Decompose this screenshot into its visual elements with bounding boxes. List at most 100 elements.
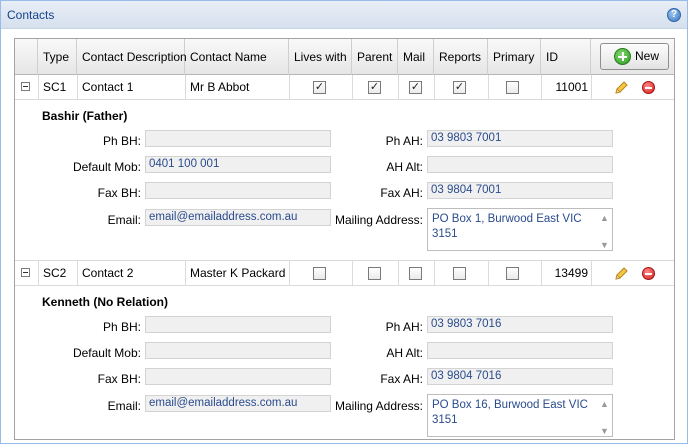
email-label: Email:	[107, 213, 141, 227]
contact-type: SC2	[43, 266, 67, 280]
pencil-icon[interactable]	[613, 266, 629, 282]
contact-id: 11001	[555, 80, 588, 94]
scroll-up-icon[interactable]: ▲	[600, 211, 609, 226]
contact-type: SC1	[43, 80, 67, 94]
mailing-address-field[interactable]: PO Box 1, Burwood East VIC 3151 ▲ ▼	[427, 208, 613, 251]
ph-bh-field[interactable]	[145, 316, 331, 333]
column-divider	[488, 75, 489, 100]
column-divider	[434, 261, 435, 286]
mailing-address-line2: 3151	[432, 414, 458, 426]
ph-ah-label: Ph AH:	[385, 134, 423, 148]
pencil-icon[interactable]	[613, 80, 629, 96]
column-divider	[591, 75, 592, 100]
default-mob-label: Default Mob:	[72, 346, 141, 360]
lives-with-checkbox[interactable]	[313, 267, 326, 280]
ah-alt-field[interactable]	[427, 156, 613, 173]
ah-alt-label: AH Alt:	[386, 160, 423, 174]
help-icon[interactable]: ?	[667, 8, 681, 22]
scroll-down-icon[interactable]: ▼	[600, 424, 609, 439]
ph-ah-label: Ph AH:	[385, 320, 423, 334]
column-divider	[488, 261, 489, 286]
email-label: Email:	[107, 399, 141, 413]
contact-detail: Bashir (Father) Ph BH: Default Mob: 0401…	[15, 100, 674, 261]
contact-name: Master K Packard	[190, 266, 286, 280]
ph-bh-field[interactable]	[145, 130, 331, 147]
default-mob-field[interactable]: 0401 100 001	[145, 156, 331, 173]
panel-header: Contacts ?	[1, 1, 687, 29]
header-reports[interactable]: Reports	[434, 39, 488, 75]
panel-title: Contacts	[7, 8, 55, 22]
column-divider	[352, 261, 353, 286]
mail-checkbox[interactable]: ✓	[409, 81, 422, 94]
scroll-down-icon[interactable]: ▼	[600, 238, 609, 253]
ah-alt-field[interactable]	[427, 342, 613, 359]
mailing-address-field[interactable]: PO Box 16, Burwood East VIC 3151 ▲ ▼	[427, 394, 613, 437]
header-id[interactable]: ID	[541, 39, 591, 75]
email-field[interactable]: email@emailaddress.com.au	[145, 209, 331, 226]
detail-name: Bashir (Father)	[42, 109, 128, 123]
mail-checkbox[interactable]	[409, 267, 422, 280]
contact-id: 13499	[554, 266, 588, 280]
fax-bh-label: Fax BH:	[97, 372, 141, 386]
contact-description: Contact 2	[82, 266, 134, 280]
header-contact-name[interactable]: Contact Name	[185, 39, 289, 75]
ph-ah-field[interactable]: 03 9803 7001	[427, 130, 613, 147]
textarea-scrollbar[interactable]: ▲ ▼	[598, 396, 611, 436]
mailing-address-line1: PO Box 1, Burwood East VIC	[432, 213, 582, 225]
contacts-grid: Type Contact Description Contact Name Li…	[14, 38, 675, 440]
textarea-scrollbar[interactable]: ▲ ▼	[598, 210, 611, 250]
column-divider	[434, 75, 435, 100]
ph-bh-label: Ph BH:	[102, 134, 141, 148]
reports-checkbox[interactable]	[453, 267, 466, 280]
ph-bh-label: Ph BH:	[102, 320, 141, 334]
contacts-panel: Contacts ? Type Contact Description Cont…	[0, 0, 688, 444]
grid-header: Type Contact Description Contact Name Li…	[15, 39, 674, 75]
ph-ah-field[interactable]: 03 9803 7016	[427, 316, 613, 333]
default-mob-label: Default Mob:	[72, 160, 141, 174]
ah-alt-label: AH Alt:	[386, 346, 423, 360]
contact-detail: Kenneth (No Relation) Ph BH: Default Mob…	[15, 286, 674, 439]
column-divider	[591, 261, 592, 286]
default-mob-field[interactable]	[145, 342, 331, 359]
fax-bh-field[interactable]	[145, 182, 331, 199]
fax-bh-field[interactable]	[145, 368, 331, 385]
header-type[interactable]: Type	[38, 39, 77, 75]
mailing-address-line1: PO Box 16, Burwood East VIC	[432, 399, 588, 411]
collapse-icon[interactable]	[21, 82, 30, 91]
reports-checkbox[interactable]: ✓	[453, 81, 466, 94]
contact-name: Mr B Abbot	[190, 80, 250, 94]
primary-checkbox[interactable]	[506, 81, 519, 94]
fax-ah-label: Fax AH:	[380, 372, 423, 386]
plus-circle-icon	[614, 48, 631, 65]
mailing-address-line2: 3151	[432, 228, 458, 240]
header-lives-with[interactable]: Lives with	[289, 39, 352, 75]
header-parent[interactable]: Parent	[352, 39, 398, 75]
header-primary[interactable]: Primary	[488, 39, 541, 75]
contact-row[interactable]: SC1 Contact 1 Mr B Abbot ✓ ✓ ✓ ✓ 11001	[15, 75, 674, 100]
scroll-up-icon[interactable]: ▲	[600, 397, 609, 412]
column-divider	[352, 75, 353, 100]
column-divider	[398, 261, 399, 286]
lives-with-checkbox[interactable]: ✓	[313, 81, 326, 94]
new-contact-button[interactable]: New	[600, 43, 669, 70]
primary-checkbox[interactable]	[506, 267, 519, 280]
detail-name: Kenneth (No Relation)	[42, 295, 168, 309]
header-contact-description[interactable]: Contact Description	[77, 39, 187, 75]
minus-circle-icon[interactable]	[642, 267, 655, 280]
column-divider	[289, 75, 290, 100]
fax-ah-field[interactable]: 03 9804 7001	[427, 182, 613, 199]
fax-ah-field[interactable]: 03 9804 7016	[427, 368, 613, 385]
parent-checkbox[interactable]	[368, 267, 381, 280]
new-button-label: New	[635, 49, 660, 63]
header-mail[interactable]: Mail	[398, 39, 434, 75]
column-divider	[398, 75, 399, 100]
collapse-icon[interactable]	[21, 268, 30, 277]
fax-ah-label: Fax AH:	[380, 186, 423, 200]
fax-bh-label: Fax BH:	[97, 186, 141, 200]
header-expander-column	[15, 39, 38, 75]
contact-row[interactable]: SC2 Contact 2 Master K Packard 13499	[15, 261, 674, 286]
parent-checkbox[interactable]: ✓	[368, 81, 381, 94]
minus-circle-icon[interactable]	[642, 81, 655, 94]
contact-description: Contact 1	[82, 80, 134, 94]
email-field[interactable]: email@emailaddress.com.au	[145, 395, 331, 412]
